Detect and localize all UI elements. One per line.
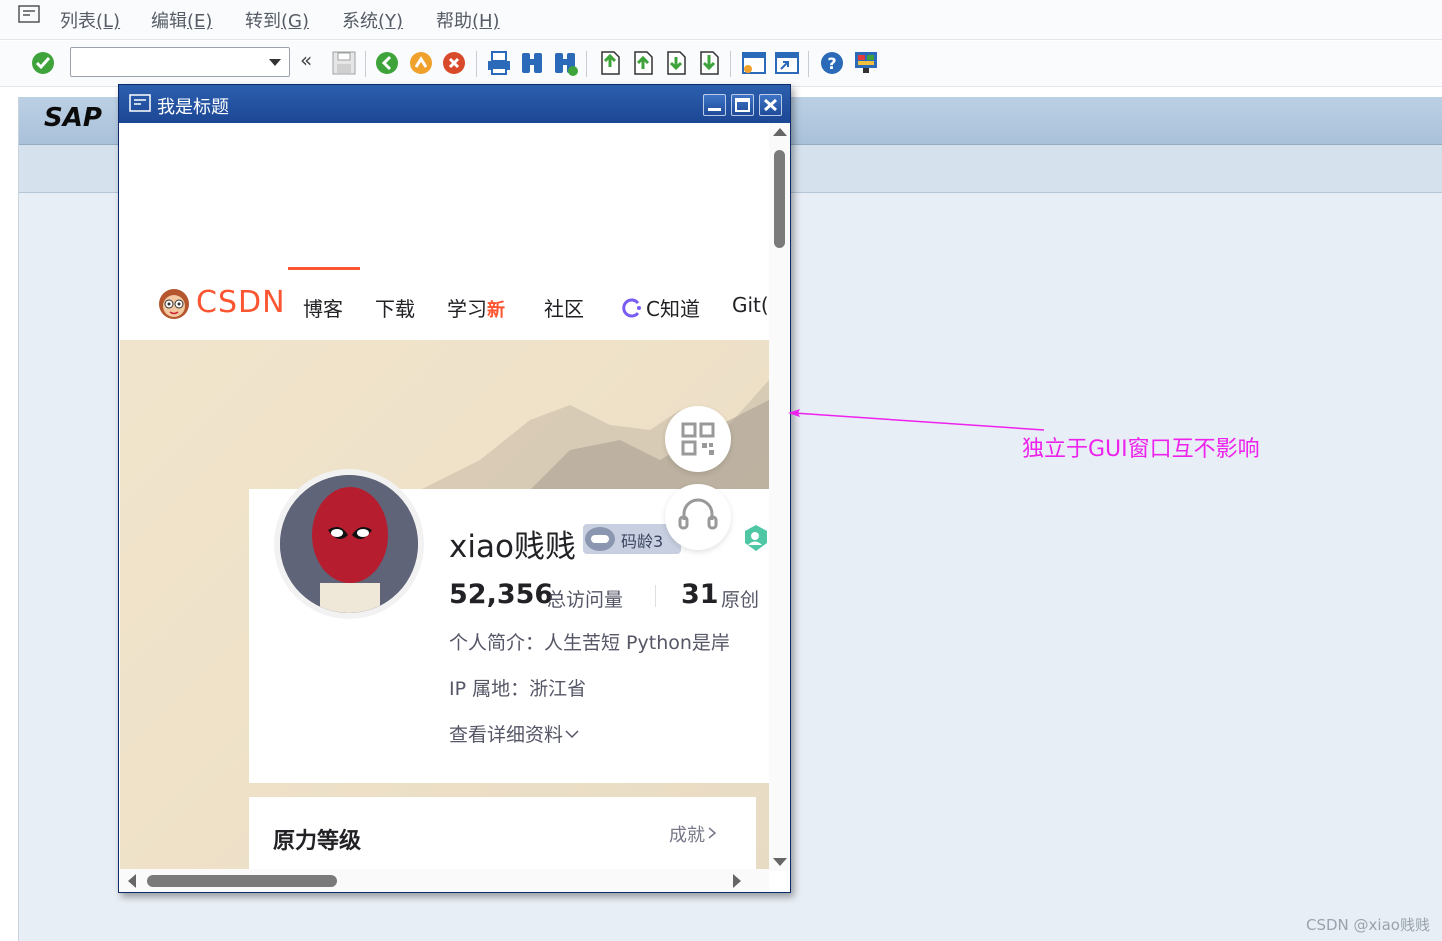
print-icon[interactable] — [485, 49, 513, 77]
close-icon — [763, 98, 778, 112]
watermark: CSDN @xiao贱贱 — [1306, 916, 1430, 934]
nav-c-zhidao[interactable]: C知道 — [646, 293, 700, 322]
original-label: 原创 — [721, 589, 760, 611]
profile-banner: xiao贱贱 码龄3 52,356 总访问量 31 原创 个人简介：人生苦短 P… — [120, 340, 769, 869]
popup-title-bar[interactable]: 我是标题 — [119, 85, 790, 123]
toolbar-separator — [808, 51, 809, 77]
annotation-text: 独立于GUI窗口互不影响 — [1022, 437, 1260, 462]
menu-system[interactable]: 系统(Y) — [342, 7, 403, 33]
collapse-command-field-button[interactable]: « — [300, 48, 312, 72]
annotation-arrow — [788, 409, 1045, 431]
scroll-up-icon[interactable] — [773, 128, 787, 136]
code-age-text: 码龄3 — [621, 532, 664, 551]
scroll-right-icon[interactable] — [733, 874, 741, 888]
menu-help[interactable]: 帮助(H) — [436, 7, 500, 33]
vertical-scrollbar[interactable] — [769, 123, 790, 871]
toolbar-separator — [730, 51, 731, 77]
visits-count: 52,356 — [449, 579, 554, 610]
menu-goto[interactable]: 转到(G) — [245, 7, 309, 33]
nav-gitcode[interactable]: Git( — [732, 293, 769, 317]
nav-download[interactable]: 下载 — [375, 293, 415, 322]
find-next-icon[interactable] — [551, 49, 579, 77]
scroll-down-icon[interactable] — [773, 858, 787, 866]
vertical-scroll-thumb[interactable] — [774, 150, 785, 248]
chevron-right-icon — [708, 827, 717, 839]
csdn-logo[interactable]: CSDN — [156, 285, 285, 321]
create-session-icon[interactable] — [740, 49, 768, 77]
toolbar-separator — [476, 51, 477, 77]
next-page-icon[interactable] — [662, 49, 690, 77]
c-zhidao-icon — [622, 298, 641, 318]
bio: 个人简介：人生苦短 Python是岸 — [449, 632, 730, 654]
back-icon[interactable] — [374, 49, 402, 77]
previous-page-icon[interactable] — [629, 49, 657, 77]
profile-card: xiao贱贱 码龄3 52,356 总访问量 31 原创 个人简介：人生苦短 P… — [249, 469, 769, 783]
exit-icon[interactable] — [408, 49, 436, 77]
avatar-image — [280, 475, 418, 613]
enter-check-icon[interactable] — [30, 49, 58, 77]
sap-logo: SAP — [44, 103, 102, 133]
original-count: 31 — [681, 579, 719, 610]
menu-edit[interactable]: 编辑(E) — [151, 7, 212, 33]
popup-title: 我是标题 — [157, 97, 229, 118]
html-viewer[interactable]: CSDN 博客 下载 学习新 社区 C知道 Git(xiao贱贱 码龄3 52… — [120, 123, 769, 869]
achievement-link[interactable]: 成就 — [669, 821, 719, 847]
customize-layout-icon[interactable] — [852, 49, 880, 77]
headset-icon — [678, 498, 718, 530]
maximize-icon — [735, 98, 750, 112]
detail-link[interactable]: 查看详细资料 — [449, 720, 581, 747]
active-tab-indicator — [288, 267, 360, 270]
csdn-mascot-icon — [159, 289, 189, 319]
window-menu-icon[interactable] — [18, 5, 40, 23]
help-icon[interactable]: ? — [818, 49, 846, 77]
popup-window: 我是标题 CSDN 博客 下载 学习新 社区 C知道 Git(xiao贱贱 码… — [118, 84, 791, 893]
maximize-button[interactable] — [731, 94, 754, 116]
command-field[interactable] — [70, 47, 290, 77]
find-icon[interactable] — [518, 49, 546, 77]
menu-bar: 列表(L) 编辑(E) 转到(G) 系统(Y) 帮助(H) — [0, 0, 1442, 40]
window-menu-icon[interactable] — [129, 94, 151, 112]
chevron-down-icon[interactable] — [269, 59, 281, 66]
minimize-button[interactable] — [703, 94, 726, 116]
csdn-top-nav: CSDN 博客 下载 学习新 社区 C知道 Git( — [120, 263, 769, 340]
save-icon[interactable] — [330, 49, 358, 77]
svg-text:?: ? — [827, 54, 836, 73]
last-page-icon[interactable] — [695, 49, 723, 77]
cancel-icon[interactable] — [441, 49, 469, 77]
horizontal-scrollbar[interactable] — [120, 869, 769, 892]
chevron-down-icon — [565, 730, 579, 739]
customer-service-button[interactable] — [665, 484, 731, 550]
scroll-left-icon[interactable] — [128, 874, 136, 888]
avatar[interactable] — [274, 469, 424, 619]
stats-divider — [655, 585, 656, 607]
visits-label: 总访问量 — [547, 589, 624, 611]
nav-learn[interactable]: 学习新 — [447, 293, 505, 322]
close-button[interactable] — [759, 94, 782, 116]
minimize-icon — [708, 108, 721, 111]
shortcut-icon[interactable] — [773, 49, 801, 77]
level-card: 原力等级 成就 — [249, 797, 756, 869]
toolbar-separator — [586, 51, 587, 77]
standard-toolbar: « ? — [0, 41, 1442, 87]
ip-location: IP 属地：浙江省 — [449, 678, 587, 700]
csdn-logo-text: CSDN — [196, 285, 286, 320]
qrcode-button[interactable] — [665, 406, 731, 472]
nav-blog[interactable]: 博客 — [303, 293, 343, 322]
menu-list[interactable]: 列表(L) — [60, 7, 120, 33]
username: xiao贱贱 — [449, 529, 576, 565]
robot-icon — [585, 527, 615, 551]
qrcode-icon — [681, 422, 715, 456]
nav-community[interactable]: 社区 — [544, 293, 584, 322]
verified-user-icon — [745, 525, 767, 551]
horizontal-scroll-thumb[interactable] — [147, 875, 337, 887]
toolbar-separator — [365, 51, 366, 77]
first-page-icon[interactable] — [596, 49, 624, 77]
new-badge: 新 — [487, 300, 505, 321]
level-title: 原力等级 — [273, 829, 362, 854]
